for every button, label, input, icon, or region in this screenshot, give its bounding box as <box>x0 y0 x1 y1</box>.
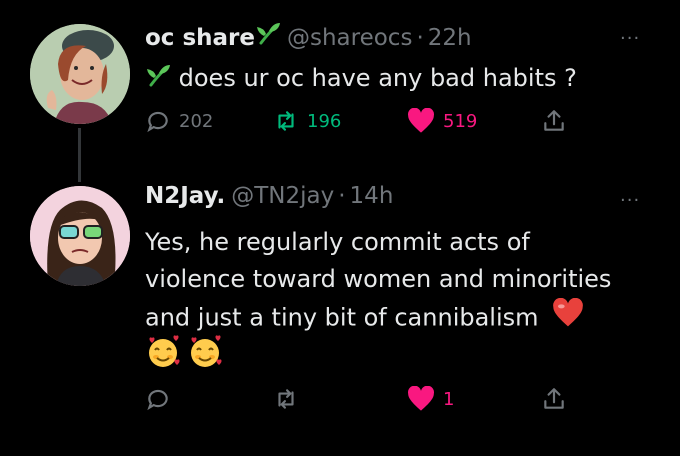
tweet1-handle[interactable]: @shareocs <box>287 25 412 51</box>
heart-icon <box>408 386 434 411</box>
tweet2-text: Yes, he regularly commit acts of violenc… <box>145 224 645 339</box>
thread-connector-line <box>78 128 81 182</box>
tweet1-retweet-button[interactable]: 196 <box>273 108 341 134</box>
sprout-icon <box>255 21 281 51</box>
tweet1-like-count: 519 <box>443 110 478 132</box>
tweet2-actions: 1 <box>145 386 585 416</box>
tweet1-reply-button[interactable]: 202 <box>145 108 213 134</box>
reply-icon <box>147 111 168 133</box>
tweet2-text-line-3: and just a tiny bit of cannibalism <box>145 303 539 332</box>
retweet-icon <box>278 111 294 131</box>
heart-icon <box>408 108 434 133</box>
tweet2-text-line-3-wrap: and just a tiny bit of cannibalism <box>145 297 645 339</box>
tweet1-retweet-count: 196 <box>307 110 342 132</box>
tweet2-text-line-2: violence toward women and minorities <box>145 265 612 293</box>
tweet2-timestamp[interactable]: 14h <box>350 183 394 209</box>
smiling-face-with-hearts-emoji <box>149 335 180 367</box>
retweet-icon <box>278 389 294 409</box>
tweet1-text-content: does ur oc have any bad habits ? <box>178 64 577 92</box>
tweet2-like-count: 1 <box>443 388 455 410</box>
tweet1-header: oc share @shareocs · 22h <box>145 21 472 51</box>
share-icon <box>544 110 564 131</box>
tweet2-separator: · <box>338 183 346 209</box>
reply-icon <box>147 389 168 411</box>
tweet1-text: does ur oc have any bad habits ? <box>145 60 577 98</box>
tweet1-reply-count: 202 <box>179 110 214 132</box>
tweet1-display-name[interactable]: oc share <box>145 25 255 51</box>
avatar-n2jay[interactable] <box>30 186 130 286</box>
tweet2-retweet-button[interactable] <box>273 386 299 412</box>
tweet1-timestamp[interactable]: 22h <box>428 25 472 51</box>
tweet1-share-button[interactable] <box>541 108 567 134</box>
share-icon <box>544 388 564 409</box>
tweet1-separator: · <box>416 25 424 51</box>
tweet2-more-button[interactable]: ··· <box>620 190 640 211</box>
tweet1-like-button[interactable]: 519 <box>407 108 477 134</box>
tweet2-share-button[interactable] <box>541 386 567 412</box>
tweet2-like-button[interactable]: 1 <box>407 386 454 412</box>
tweet2-text-line-1: Yes, he regularly commit acts of <box>145 228 530 256</box>
tweet2-handle[interactable]: @TN2jay <box>231 183 334 209</box>
smiling-face-with-hearts-emoji <box>191 335 222 367</box>
red-heart-emoji <box>552 297 584 339</box>
tweet1-actions: 202 196 519 <box>145 108 585 138</box>
sprout-icon <box>145 61 171 98</box>
tweet2-header: N2Jay. @TN2jay · 14h <box>145 183 393 209</box>
tweet2-emoji-row <box>145 334 223 370</box>
tweet2-display-name[interactable]: N2Jay. <box>145 183 225 209</box>
tweet1-more-button[interactable]: ··· <box>620 28 640 49</box>
avatar-oc-share[interactable] <box>30 24 130 124</box>
tweet2-reply-button[interactable] <box>145 386 171 412</box>
